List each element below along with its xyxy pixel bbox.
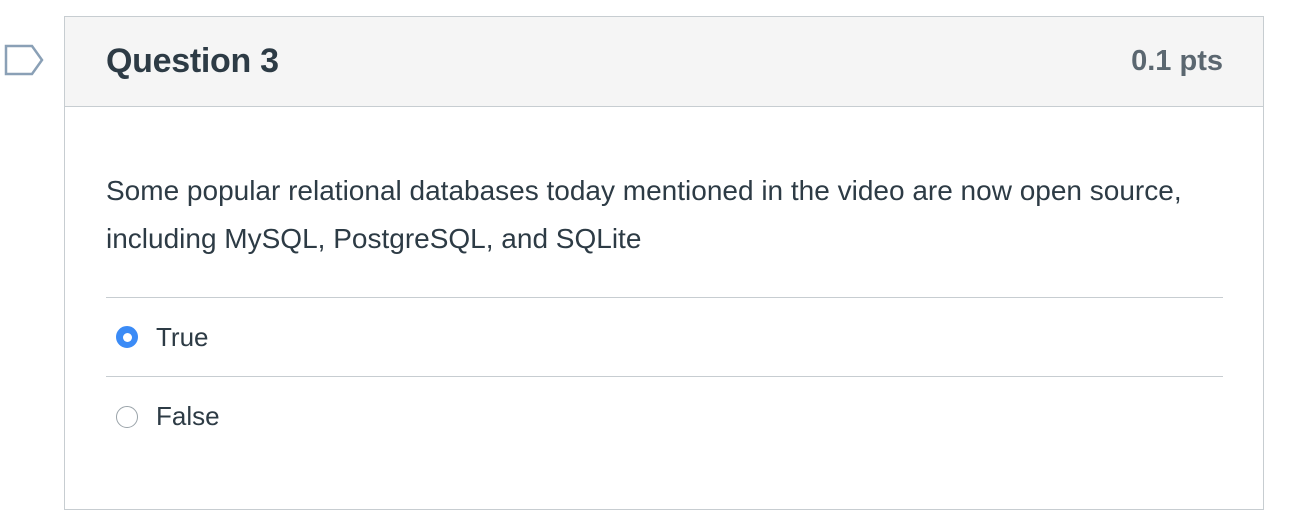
answer-option-false[interactable]: False [106, 377, 1223, 456]
radio-button[interactable] [116, 405, 138, 428]
flag-question-icon[interactable] [2, 42, 46, 78]
answer-label: True [156, 321, 209, 352]
question-header: Question 3 0.1 pts [65, 17, 1263, 107]
question-body: Some popular relational databases today … [65, 107, 1263, 456]
question-points: 0.1 pts [1131, 45, 1223, 77]
question-title: Question 3 [106, 42, 279, 80]
answer-option-true[interactable]: True [106, 298, 1223, 377]
answer-list: True False [106, 297, 1223, 456]
radio-button-selected[interactable] [116, 326, 138, 348]
answer-label: False [156, 401, 220, 431]
question-text: Some popular relational databases today … [106, 175, 1182, 254]
question-card: Question 3 0.1 pts Some popular relation… [64, 16, 1264, 510]
